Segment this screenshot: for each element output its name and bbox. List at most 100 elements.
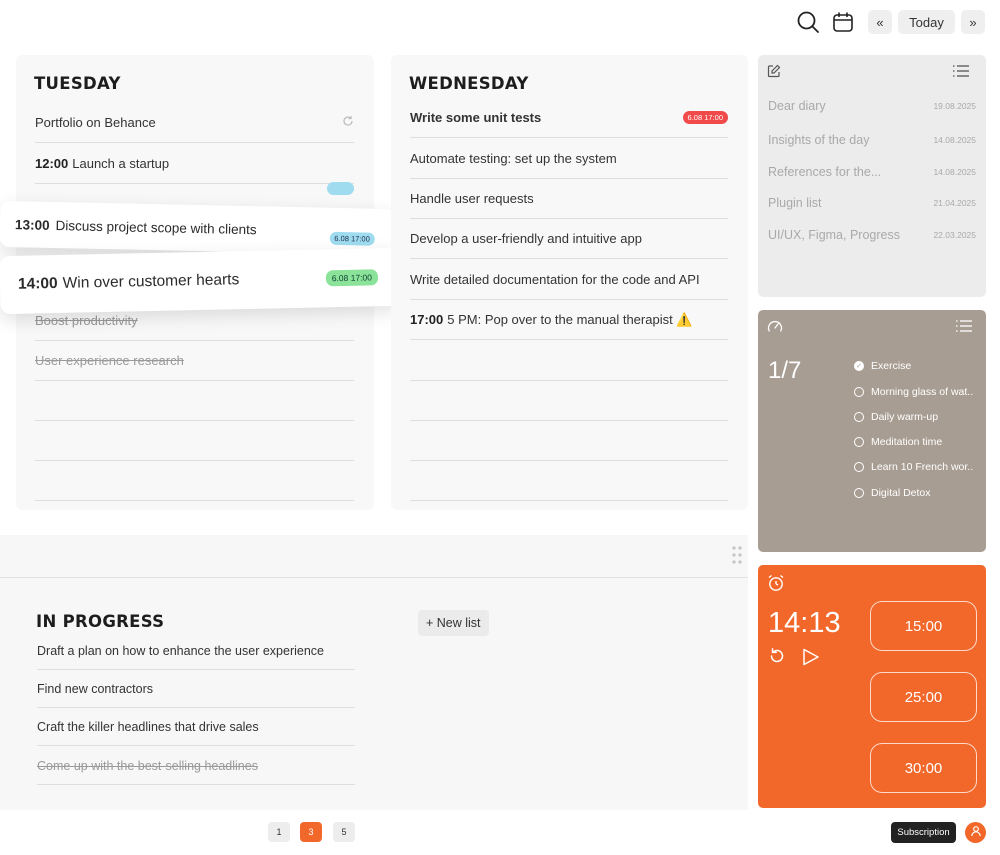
task-row[interactable]: [410, 461, 728, 501]
task-row[interactable]: [410, 421, 728, 461]
previous-button[interactable]: «: [868, 10, 892, 34]
diary-entry-date: 19.08.2025: [933, 101, 976, 111]
next-button[interactable]: »: [961, 10, 985, 34]
task-time: 13:00: [14, 216, 50, 233]
today-label: Today: [909, 14, 944, 30]
task-row[interactable]: Portfolio on Behance: [35, 103, 354, 143]
due-badge: 6.08 17:00: [325, 269, 379, 287]
diary-entry[interactable]: Insights of the day 14.08.2025: [768, 130, 976, 150]
timer-display: 14:13: [768, 607, 841, 639]
day-title: WEDNESDAY: [409, 74, 529, 93]
diary-entry-date: 21.04.2025: [933, 198, 976, 208]
subscription-button[interactable]: Subscription: [891, 822, 956, 843]
preset-button[interactable]: 15:00: [870, 601, 977, 651]
habit-item[interactable]: Meditation time: [854, 433, 942, 451]
habit-label: Learn 10 French wor..: [871, 461, 974, 473]
checkbox-icon[interactable]: [854, 412, 864, 422]
task-row[interactable]: Draft a plan on how to enhance the user …: [37, 632, 355, 670]
dragged-task-card[interactable]: 13:00 Discuss project scope with clients…: [0, 200, 396, 256]
list-title: IN PROGRESS: [36, 612, 165, 631]
diary-entry-date: 22.03.2025: [933, 230, 976, 240]
habit-item[interactable]: Morning glass of wat..: [854, 383, 973, 401]
task-row[interactable]: Automate testing: set up the system: [410, 139, 728, 179]
diary-entry[interactable]: Dear diary 19.08.2025: [768, 96, 976, 116]
diary-entry-title: UI/UX, Figma, Progress: [768, 228, 900, 242]
diary-entry-title: Dear diary: [768, 99, 826, 113]
page-number: 5: [341, 827, 347, 837]
edit-icon[interactable]: [767, 64, 781, 83]
task-row[interactable]: Find new contractors: [37, 670, 355, 708]
due-badge: 6.08 17:00: [682, 111, 728, 124]
task-row[interactable]: Craft the killer headlines that drive sa…: [37, 708, 355, 746]
checkbox-icon[interactable]: [854, 462, 864, 472]
preset-button[interactable]: 25:00: [870, 672, 977, 722]
task-text: Boost productivity: [35, 313, 138, 328]
task-row[interactable]: Develop a user-friendly and intuitive ap…: [410, 219, 728, 259]
checkbox-icon[interactable]: [854, 387, 864, 397]
task-row[interactable]: Come up with the best-selling headlines: [37, 747, 355, 785]
habit-item[interactable]: Daily warm-up: [854, 408, 938, 426]
habits-widget: 1/7 ✓ Exercise Morning glass of wat.. Da…: [758, 310, 986, 552]
task-row[interactable]: Write detailed documentation for the cod…: [410, 260, 728, 300]
preset-label: 30:00: [904, 759, 943, 777]
list-icon[interactable]: [955, 319, 973, 338]
habit-label: Exercise: [871, 360, 912, 372]
task-row[interactable]: [410, 341, 728, 381]
habit-item[interactable]: Learn 10 French wor..: [854, 458, 973, 476]
task-row[interactable]: User experience research: [35, 341, 354, 381]
diary-widget: Dear diary 19.08.2025 Insights of the da…: [758, 55, 986, 297]
task-text: Write detailed documentation for the cod…: [410, 272, 700, 287]
task-text: Find new contractors: [37, 681, 154, 696]
task-row[interactable]: [35, 461, 354, 501]
task-text: Come up with the best-selling headlines: [37, 758, 258, 773]
task-row[interactable]: [35, 381, 354, 421]
reset-icon[interactable]: [768, 647, 786, 670]
habit-item[interactable]: Digital Detox: [854, 484, 931, 502]
task-row[interactable]: Handle user requests: [410, 179, 728, 219]
avatar[interactable]: [965, 822, 986, 843]
habit-item[interactable]: ✓ Exercise: [854, 357, 911, 375]
task-row[interactable]: [410, 381, 728, 421]
due-badge: 6.08 17:00: [329, 231, 375, 246]
diary-entry[interactable]: References for the... 14.08.2025: [768, 162, 976, 182]
task-text: Draft a plan on how to enhance the user …: [37, 643, 324, 658]
drag-handle-icon[interactable]: [732, 546, 742, 569]
page-button[interactable]: 3: [300, 822, 322, 842]
preset-button[interactable]: 30:00: [870, 743, 977, 793]
diary-entry-title: Plugin list: [768, 196, 822, 210]
task-text: Develop a user-friendly and intuitive ap…: [410, 231, 642, 246]
task-text: Automate testing: set up the system: [410, 151, 617, 166]
play-icon[interactable]: [802, 648, 820, 671]
checkbox-icon[interactable]: [854, 488, 864, 498]
task-time: 14:00: [17, 274, 58, 293]
diary-entry[interactable]: Plugin list 21.04.2025: [768, 193, 976, 213]
prev-label: «: [876, 14, 884, 30]
checkbox-icon[interactable]: [854, 437, 864, 447]
diary-entry-title: References for the...: [768, 165, 882, 179]
page-button[interactable]: 1: [268, 822, 290, 842]
task-row[interactable]: [35, 421, 354, 461]
diary-entry[interactable]: UI/UX, Figma, Progress 22.03.2025: [768, 225, 976, 245]
habit-label: Morning glass of wat..: [871, 386, 974, 398]
task-row[interactable]: 17:00 5 PM: Pop over to the manual thera…: [410, 300, 728, 340]
task-time: 12:00: [35, 156, 69, 171]
task-text: Win over customer hearts: [62, 271, 240, 292]
search-icon[interactable]: [795, 9, 821, 35]
preset-label: 15:00: [904, 617, 943, 635]
page-button[interactable]: 5: [333, 822, 355, 842]
alarm-icon: [767, 574, 785, 597]
dragged-task-card[interactable]: 14:00 Win over customer hearts 6.08 17:0…: [0, 247, 399, 315]
habit-label: Daily warm-up: [871, 411, 939, 423]
list-icon[interactable]: [952, 64, 970, 83]
task-text: Discuss project scope with clients: [55, 217, 257, 237]
task-row[interactable]: 12:00 Launch a startup: [35, 144, 354, 184]
check-icon[interactable]: ✓: [854, 361, 864, 371]
task-row[interactable]: Write some unit tests 6.08 17:00: [410, 98, 728, 138]
habit-label: Digital Detox: [871, 487, 931, 499]
task-text: 5 PM: Pop over to the manual therapist ⚠…: [447, 311, 693, 327]
calendar-icon[interactable]: [830, 9, 856, 35]
new-list-button[interactable]: + New list: [418, 610, 489, 636]
page-number: 1: [276, 827, 282, 837]
user-icon: [970, 824, 982, 842]
today-button[interactable]: Today: [898, 10, 955, 34]
